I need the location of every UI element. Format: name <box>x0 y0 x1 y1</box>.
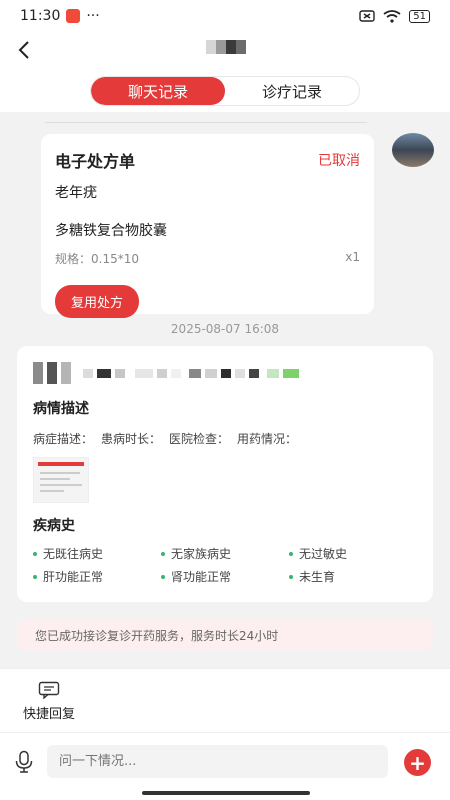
prescription-spec: 规格：0.15*10 <box>55 252 139 266</box>
prescription-drug-name: 多糖铁复合物胶囊 <box>55 223 167 239</box>
condition-fields: 病症描述： 患病时长： 医院检查： 用药情况： <box>33 430 417 447</box>
chevron-left-icon <box>18 41 29 59</box>
quick-reply-area: 快捷回复 <box>0 668 450 732</box>
message-timestamp: 2025-08-07 16:08 <box>170 322 280 336</box>
pixelated-patient-name <box>33 360 417 386</box>
chat-bubble-icon <box>38 681 60 699</box>
prescription-title: 电子处方单 <box>55 152 136 171</box>
field-hospital-exam: 医院检查： <box>169 432 230 446</box>
bullet-icon <box>289 551 293 556</box>
field-medication: 用药情况： <box>237 432 298 446</box>
add-button[interactable]: + <box>404 749 431 776</box>
history-item: 肾功能正常 <box>161 568 289 585</box>
status-bar: 11:30 ··· 51 <box>0 0 450 32</box>
doctor-avatar[interactable] <box>392 133 434 167</box>
history-item: 无家族病史 <box>161 545 289 562</box>
condition-description-title: 病情描述 <box>33 401 89 417</box>
notification-app-icon <box>66 9 81 23</box>
history-item: 无既往病史 <box>33 545 161 562</box>
home-indicator <box>142 791 310 795</box>
microphone-icon <box>15 750 33 773</box>
back-button[interactable] <box>10 36 38 64</box>
field-duration: 患病时长： <box>101 432 162 446</box>
history-item: 未生育 <box>289 568 417 585</box>
tab-chat-record[interactable]: 聊天记录 <box>91 77 225 105</box>
status-more-dots: ··· <box>86 8 100 24</box>
tab-treatment-record[interactable]: 诊疗记录 <box>225 77 359 105</box>
message-input-bar: + <box>0 732 450 800</box>
prescription-diagnosis: 老年疣 <box>55 185 97 201</box>
pixelated-title <box>206 40 246 54</box>
field-symptom: 病症描述： <box>33 432 94 446</box>
nav-bar <box>0 32 450 72</box>
bullet-icon <box>161 574 165 579</box>
quick-reply-label: 快捷回复 <box>22 707 75 722</box>
service-notice: 您已成功接诊复诊开药服务，服务时长24小时 <box>17 620 433 650</box>
disease-history-title: 疾病史 <box>33 518 75 534</box>
history-item: 肝功能正常 <box>33 568 161 585</box>
prescription-card[interactable]: 电子处方单 已取消 老年疣 多糖铁复合物胶囊 规格：0.15*10 x1 复用处… <box>41 134 374 318</box>
quick-reply-button[interactable]: 快捷回复 <box>16 681 82 722</box>
tab-bar-container: 聊天记录 诊疗记录 <box>0 72 450 112</box>
disease-history-list: 无既往病史 无家族病史 无过敏史 肝功能正常 肾功能正常 未生育 <box>33 545 417 585</box>
battery-icon: 51 <box>409 9 430 23</box>
status-time: 11:30 <box>20 8 61 24</box>
wifi-icon <box>383 9 401 23</box>
prescription-status: 已取消 <box>318 153 360 169</box>
bullet-icon <box>161 551 165 556</box>
plus-icon: + <box>409 750 426 775</box>
history-item: 无过敏史 <box>289 545 417 562</box>
bullet-icon <box>33 574 37 579</box>
bullet-icon <box>33 551 37 556</box>
sim-off-icon <box>359 10 375 22</box>
reuse-prescription-button[interactable]: 复用处方 <box>55 285 140 318</box>
divider <box>45 122 367 126</box>
patient-info-card: 病情描述 病症描述： 患病时长： 医院检查： 用药情况： 疾病史 无既往病史 无… <box>17 346 433 602</box>
segmented-tabs: 聊天记录 诊疗记录 <box>90 76 360 106</box>
voice-input-button[interactable] <box>14 750 34 774</box>
message-input[interactable] <box>47 745 388 778</box>
bullet-icon <box>289 574 293 579</box>
attachment-thumbnail[interactable] <box>33 457 89 503</box>
prescription-quantity: x1 <box>345 250 360 264</box>
